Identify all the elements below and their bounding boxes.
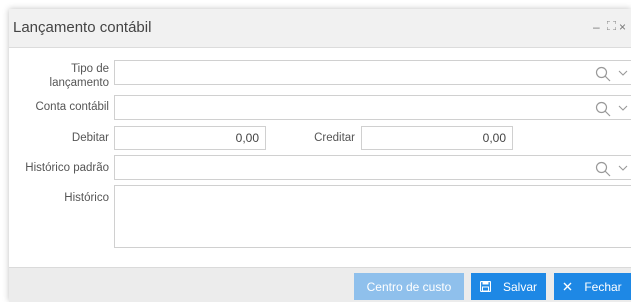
save-button[interactable]: Salvar [471, 273, 546, 300]
historico-padrao-select[interactable] [114, 155, 631, 180]
tipo-lancamento-input[interactable] [115, 61, 631, 84]
debitar-input[interactable] [115, 127, 265, 149]
search-icon[interactable] [595, 101, 611, 117]
tipo-lancamento-label: Tipo de lançamento [29, 62, 109, 90]
search-icon[interactable] [595, 161, 611, 177]
chevron-down-icon[interactable] [618, 104, 628, 112]
historico-field[interactable] [114, 185, 631, 248]
close-button-label: Fechar [584, 279, 622, 294]
centro-de-custo-button[interactable]: Centro de custo [354, 273, 464, 300]
debitar-label: Debitar [71, 132, 109, 144]
historico-padrao-input[interactable] [115, 156, 631, 179]
conta-contabil-select[interactable] [114, 95, 631, 120]
historico-textarea[interactable] [115, 186, 631, 247]
creditar-field[interactable] [361, 126, 513, 150]
maximize-button[interactable] [606, 20, 617, 33]
dialog-titlebar: Lançamento contábil – × [9, 9, 631, 48]
historico-padrao-label: Histórico padrão [25, 162, 109, 174]
close-window-button[interactable]: × [619, 20, 626, 34]
tipo-lancamento-label-line2: lançamento [49, 77, 109, 89]
tipo-lancamento-select[interactable] [114, 60, 631, 85]
search-icon[interactable] [595, 66, 611, 82]
lancamento-dialog: Lançamento contábil – × Tipo de lançamen… [9, 9, 631, 302]
chevron-down-icon[interactable] [618, 164, 628, 172]
close-button[interactable]: Fechar [554, 273, 631, 300]
historico-label: Histórico [64, 192, 109, 204]
dialog-footer: Centro de custo Salvar Fechar [9, 267, 631, 302]
close-icon [563, 282, 572, 291]
minimize-button[interactable]: – [593, 20, 600, 34]
maximize-icon [606, 20, 617, 31]
save-button-label: Salvar [502, 279, 537, 294]
centro-de-custo-label: Centro de custo [366, 279, 452, 294]
save-icon [479, 281, 491, 292]
debitar-field[interactable] [114, 126, 266, 150]
creditar-label: Creditar [314, 132, 355, 144]
chevron-down-icon[interactable] [618, 69, 628, 77]
conta-contabil-input[interactable] [115, 96, 631, 119]
dialog-title: Lançamento contábil [13, 19, 152, 36]
conta-contabil-label: Conta contábil [35, 101, 109, 113]
creditar-input[interactable] [362, 127, 512, 149]
tipo-lancamento-label-line1: Tipo de [71, 63, 109, 75]
